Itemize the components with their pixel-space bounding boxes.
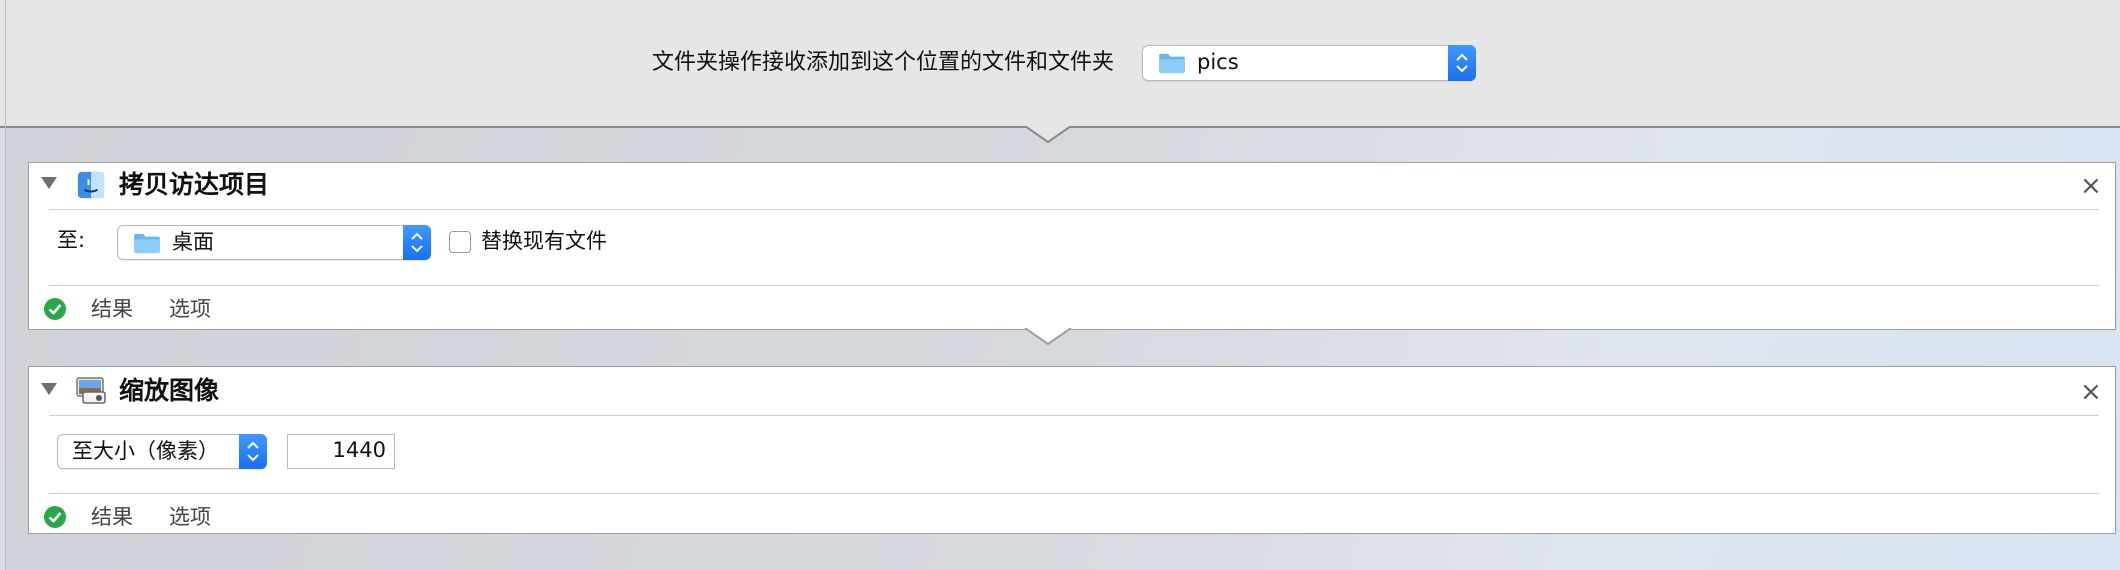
chevron-updown-icon — [1456, 53, 1468, 73]
action-scale-images: 缩放图像 × 至大小（像素） 1440 结果 选项 — [28, 366, 2116, 534]
action-title: 拷贝访达项目 — [119, 170, 270, 199]
folder-popup[interactable]: pics — [1142, 45, 1476, 81]
replace-existing-checkbox[interactable] — [449, 231, 471, 253]
chevron-updown-icon — [411, 232, 423, 253]
close-icon[interactable]: × — [2080, 379, 2102, 405]
divider — [49, 285, 2099, 286]
disclosure-triangle[interactable] — [41, 177, 57, 189]
connector-notch — [1024, 328, 1072, 346]
tab-options[interactable]: 选项 — [169, 295, 211, 323]
disclosure-triangle[interactable] — [41, 383, 57, 395]
size-mode-popup-value: 至大小（像素） — [72, 439, 219, 463]
folder-icon — [1159, 53, 1185, 74]
finder-icon — [77, 171, 105, 199]
check-icon — [44, 298, 66, 320]
chevron-updown-icon — [247, 441, 259, 462]
popup-stepper — [1448, 45, 1476, 81]
workflow-area: 拷贝访达项目 × 至: 桌面 替换现有文件 结果 选项 缩放图像 × 至大小（像… — [6, 126, 2120, 570]
action-copy-finder-items: 拷贝访达项目 × 至: 桌面 替换现有文件 结果 选项 — [28, 162, 2116, 330]
size-value-field[interactable]: 1440 — [287, 434, 395, 469]
popup-stepper — [403, 225, 431, 260]
folder-action-label: 文件夹操作接收添加到这个位置的文件和文件夹 — [652, 50, 1115, 75]
tab-results[interactable]: 结果 — [91, 503, 133, 531]
check-icon — [44, 506, 66, 528]
tab-options[interactable]: 选项 — [169, 503, 211, 531]
folder-popup-value: pics — [1197, 50, 1239, 74]
destination-label: 至: — [57, 228, 86, 252]
divider — [49, 209, 2099, 210]
connector-notch — [1024, 126, 1072, 144]
destination-popup[interactable]: 桌面 — [117, 225, 431, 260]
image-scale-icon — [76, 377, 106, 404]
close-icon[interactable]: × — [2080, 173, 2102, 199]
action-title: 缩放图像 — [119, 376, 220, 405]
divider — [49, 493, 2099, 494]
folder-icon — [134, 233, 160, 254]
divider — [49, 415, 2099, 416]
destination-popup-value: 桌面 — [172, 230, 214, 254]
popup-stepper — [239, 434, 267, 469]
size-mode-popup[interactable]: 至大小（像素） — [57, 434, 267, 469]
tab-results[interactable]: 结果 — [91, 295, 133, 323]
replace-existing-label[interactable]: 替换现有文件 — [481, 227, 607, 255]
